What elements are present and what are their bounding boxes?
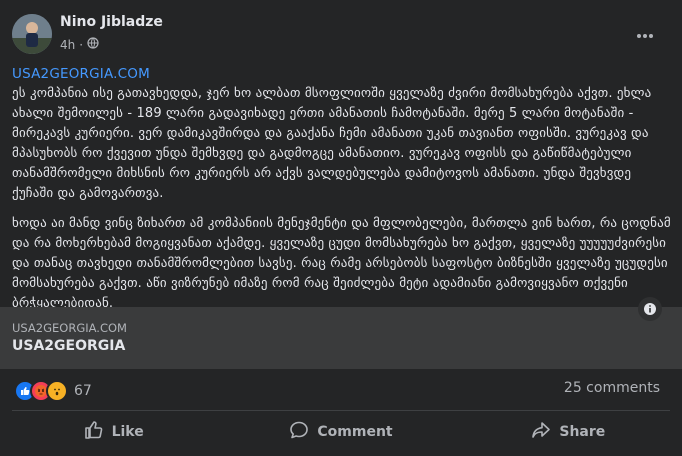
like-label: Like: [111, 424, 144, 440]
post-time[interactable]: 4h: [60, 38, 75, 52]
share-label: Share: [559, 424, 606, 440]
like-button[interactable]: Like: [0, 412, 227, 452]
globe-icon[interactable]: [87, 37, 99, 52]
post-meta: 4h ·: [60, 37, 99, 52]
post-body: USA2GEORGIA.COM ეს კომპანია ისე გათავხედ…: [12, 64, 672, 314]
post-paragraph-1: ეს კომპანია ისე გათავხედდა, ჯერ ხო ალბათ…: [12, 86, 652, 201]
reactions-summary[interactable]: 67: [14, 380, 92, 402]
comment-label: Comment: [317, 424, 393, 440]
facebook-post: Nino Jibladze 4h · USA2GEORGIA.COM ეს კო…: [0, 0, 682, 456]
more-options-button[interactable]: [630, 20, 660, 44]
link-preview-title[interactable]: USA2GEORGIA: [12, 338, 125, 354]
author-name[interactable]: Nino Jibladze: [60, 14, 163, 30]
more-horizontal-icon: [636, 20, 654, 44]
post-link[interactable]: USA2GEORGIA.COM: [12, 64, 672, 84]
share-button[interactable]: Share: [455, 412, 682, 452]
comments-count[interactable]: 25 comments: [564, 380, 660, 396]
link-preview-card[interactable]: USA2GEORGIA.COM USA2GEORGIA: [0, 297, 682, 369]
thumbs-up-icon: [84, 420, 104, 444]
action-bar: Like Comment Share: [0, 412, 682, 452]
share-icon: [531, 420, 551, 444]
comment-button[interactable]: Comment: [227, 412, 454, 452]
comment-icon: [289, 420, 309, 444]
post-paragraph-2: ხოდა აი მანდ ვინც ზიხართ ამ კომპანიის მე…: [12, 216, 671, 311]
actions-divider: [12, 410, 670, 411]
link-preview-domain: USA2GEORGIA.COM: [12, 321, 127, 335]
reaction-count[interactable]: 67: [74, 383, 92, 399]
author-avatar[interactable]: [12, 14, 52, 54]
wow-reaction-icon: [46, 380, 68, 402]
info-icon[interactable]: [638, 297, 662, 321]
